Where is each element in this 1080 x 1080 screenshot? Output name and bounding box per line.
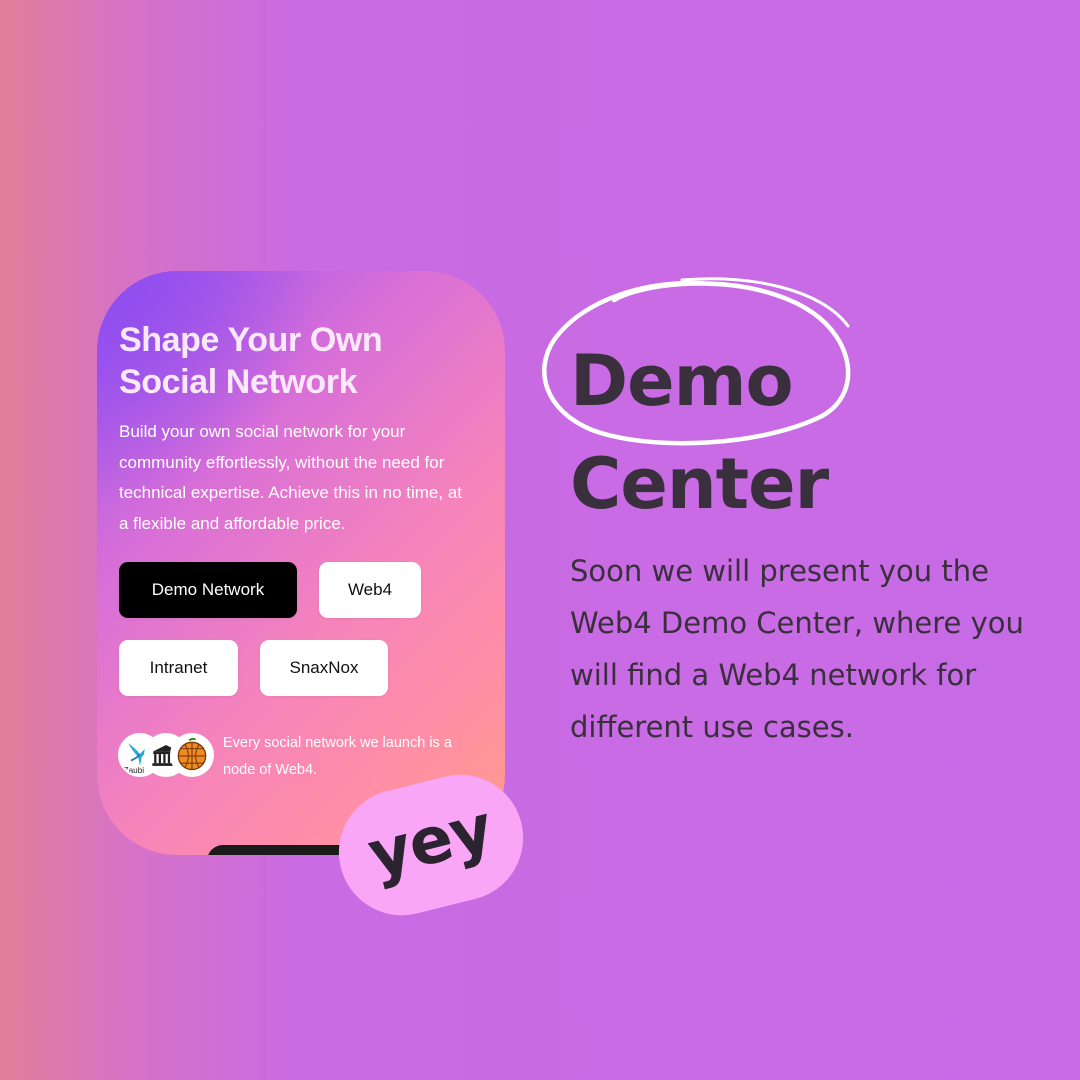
zaubi-logo-text: Zaubi (124, 766, 145, 775)
card-title: Shape Your Own Social Network (119, 319, 459, 403)
heading-line2: Center (570, 443, 829, 525)
orange-globe-icon (170, 733, 214, 777)
demo-center-heading: Demo Center (570, 330, 829, 536)
card-title-line1: Shape Your Own (119, 321, 383, 359)
heading-line1: Demo (570, 340, 794, 422)
network-logos: Zaubi (118, 733, 214, 779)
snaxnox-button[interactable]: SnaxNox (260, 640, 388, 696)
card-title-line2: Social Network (119, 363, 358, 401)
demo-network-button[interactable]: Demo Network (119, 562, 297, 618)
sticker-label: yey (361, 791, 500, 893)
web4-button[interactable]: Web4 (319, 562, 421, 618)
card-description: Build your own social network for your c… (119, 422, 463, 533)
intranet-button[interactable]: Intranet (119, 640, 238, 696)
body-text: Soon we will present you the Web4 Demo C… (570, 554, 1024, 744)
phone-card: Shape Your Own Social Network Build your… (97, 271, 505, 855)
